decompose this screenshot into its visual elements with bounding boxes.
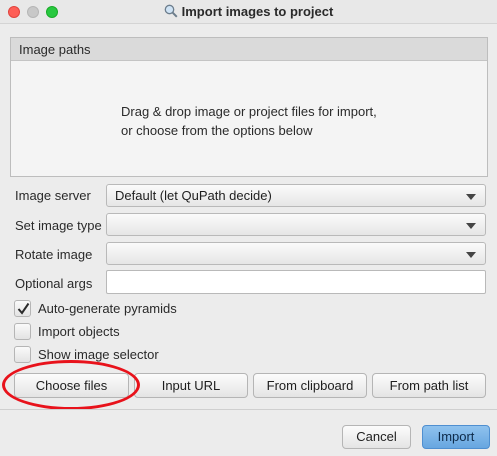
drop-hint-line-1: Drag & drop image or project files for i… (121, 104, 377, 119)
import-objects-checkbox[interactable] (14, 323, 31, 340)
image-type-label: Set image type (15, 218, 102, 233)
image-server-label: Image server (15, 188, 91, 203)
checkmark-icon (17, 302, 30, 315)
window-title-text: Import images to project (181, 4, 334, 19)
image-paths-pane[interactable]: Image paths Drag & drop image or project… (10, 37, 488, 177)
import-button[interactable]: Import (422, 425, 490, 449)
auto-pyramids-checkbox[interactable] (14, 300, 31, 317)
show-image-selector-checkbox[interactable] (14, 346, 31, 363)
magnifier-icon (164, 4, 178, 18)
optional-args-label: Optional args (15, 276, 93, 291)
annotation-circle (2, 360, 140, 410)
import-objects-label: Import objects (38, 324, 120, 339)
image-server-value: Default (let QuPath decide) (115, 188, 272, 203)
cancel-button[interactable]: Cancel (342, 425, 411, 449)
image-paths-header: Image paths (11, 38, 487, 61)
chevron-down-icon (466, 252, 476, 258)
footer-divider (0, 409, 497, 410)
optional-args-input[interactable] (106, 270, 486, 294)
drop-hint: Drag & drop image or project files for i… (121, 102, 441, 140)
chevron-down-icon (466, 223, 476, 229)
title-bar: Import images to project (0, 0, 497, 24)
from-clipboard-button[interactable]: From clipboard (253, 373, 367, 398)
from-path-list-button[interactable]: From path list (372, 373, 486, 398)
rotate-select[interactable] (106, 242, 486, 265)
window-title: Import images to project (0, 4, 497, 19)
input-url-button[interactable]: Input URL (134, 373, 248, 398)
drop-hint-line-2: or choose from the options below (121, 123, 313, 138)
chevron-down-icon (466, 194, 476, 200)
auto-pyramids-label: Auto-generate pyramids (38, 301, 177, 316)
image-type-select[interactable] (106, 213, 486, 236)
rotate-label: Rotate image (15, 247, 93, 262)
image-server-select[interactable]: Default (let QuPath decide) (106, 184, 486, 207)
